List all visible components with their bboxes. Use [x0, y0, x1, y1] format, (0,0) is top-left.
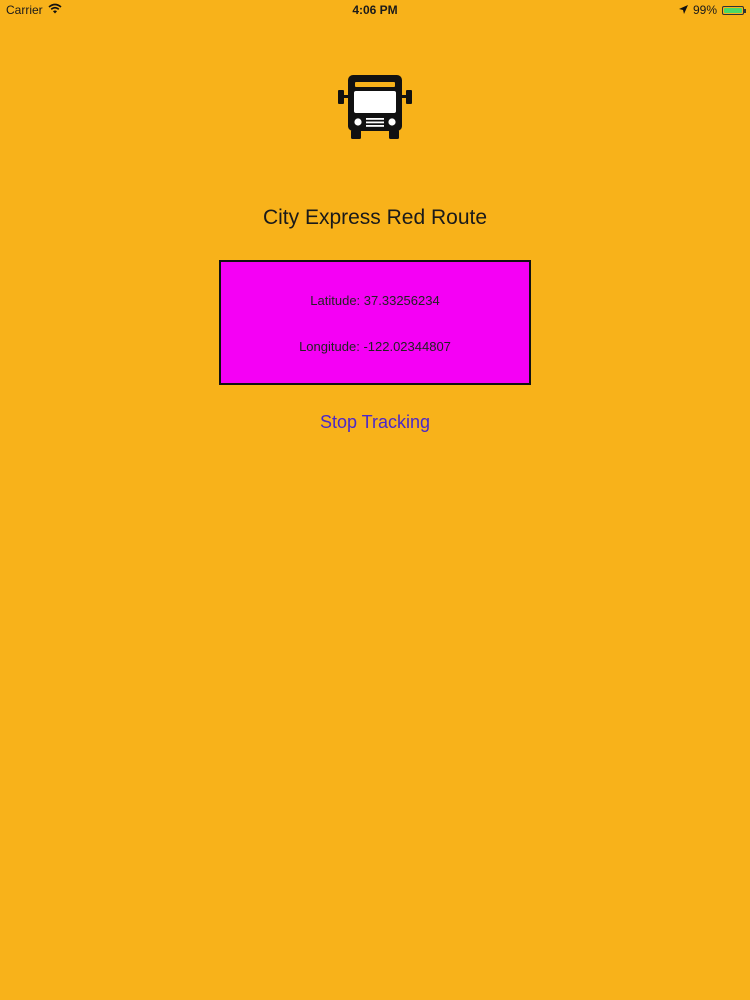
longitude-row: Longitude: -122.02344807 — [221, 339, 529, 354]
status-time: 4:06 PM — [352, 3, 398, 17]
location-arrow-icon — [678, 3, 688, 17]
coordinates-panel: Latitude: 37.33256234 Longitude: -122.02… — [219, 260, 531, 385]
latitude-value: 37.33256234 — [363, 293, 440, 308]
longitude-value: -122.02344807 — [363, 339, 451, 354]
longitude-label: Longitude: — [299, 339, 360, 354]
status-right: 99% — [678, 3, 746, 17]
stop-tracking-button[interactable]: Stop Tracking — [295, 412, 455, 433]
battery-fill — [724, 7, 742, 13]
latitude-label: Latitude: — [310, 293, 361, 308]
battery-percent: 99% — [692, 3, 717, 17]
bus-icon — [338, 73, 412, 141]
route-title: City Express Red Route — [262, 206, 488, 229]
battery-icon — [722, 5, 746, 15]
status-bar: Carrier 4:06 PM 99% — [0, 0, 750, 22]
latitude-row: Latitude: 37.33256234 — [221, 293, 529, 308]
